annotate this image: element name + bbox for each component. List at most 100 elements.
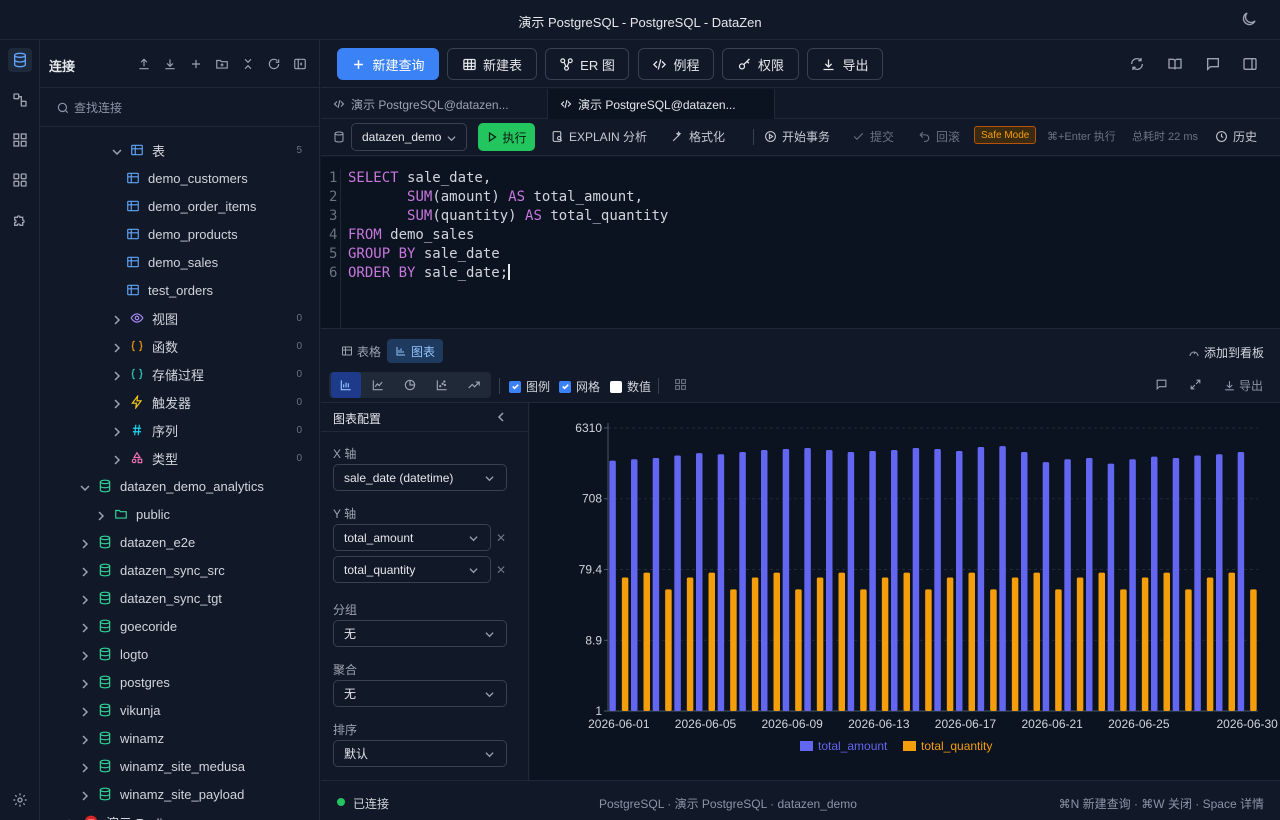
tab-query-2[interactable]: 演示 PostgreSQL@datazen... <box>547 89 775 119</box>
legend-checkbox[interactable]: 图例 <box>509 378 550 395</box>
chevron-right-icon[interactable] <box>80 789 90 801</box>
grid-icon[interactable] <box>8 128 32 152</box>
chart-export-button[interactable]: 导出 <box>1223 377 1263 394</box>
upload-icon[interactable] <box>136 56 152 72</box>
tree-item[interactable]: datazen_sync_src <box>40 556 319 584</box>
tree-item[interactable]: demo_sales <box>40 248 319 276</box>
sql-editor[interactable]: 1 2 3 4 5 6 SELECT sale_date, SUM(amount… <box>321 157 1280 329</box>
tree-item[interactable]: demo_order_items <box>40 192 319 220</box>
chevron-right-icon[interactable] <box>112 369 122 381</box>
comment-icon[interactable] <box>1155 378 1168 391</box>
permissions-button[interactable]: 权限 <box>722 48 799 80</box>
safe-mode-badge[interactable]: Safe Mode <box>974 126 1037 144</box>
chevron-right-icon[interactable] <box>112 313 122 325</box>
tree-item[interactable]: 存储过程 0 <box>40 360 319 388</box>
chevron-right-icon[interactable] <box>80 649 90 661</box>
settings-icon[interactable] <box>8 788 32 812</box>
schema-icon[interactable] <box>8 88 32 112</box>
new-query-button[interactable]: 新建查询 <box>337 48 439 80</box>
export-button[interactable]: 导出 <box>807 48 883 80</box>
database-select[interactable]: datazen_demo <box>351 123 467 151</box>
chevron-right-icon[interactable] <box>112 341 122 353</box>
add-to-board-button[interactable]: 添加到看板 <box>1188 344 1264 361</box>
tree-item[interactable]: logto <box>40 640 319 668</box>
tree-item[interactable]: 触发器 0 <box>40 388 319 416</box>
tree-item[interactable]: vikunja <box>40 696 319 724</box>
x-axis-select[interactable]: sale_date (datetime) <box>333 464 507 491</box>
tree-item[interactable]: winamz_site_payload <box>40 780 319 808</box>
chevron-right-icon[interactable] <box>80 677 90 689</box>
pie-chart-type-button[interactable] <box>395 372 425 398</box>
line-chart-type-button[interactable] <box>363 372 393 398</box>
panel-right-icon[interactable] <box>1242 56 1258 72</box>
chevron-down-icon[interactable] <box>112 145 122 156</box>
scatter-chart-type-button[interactable] <box>427 372 457 398</box>
dashboard-icon[interactable] <box>8 168 32 192</box>
panel-collapse-icon[interactable] <box>292 56 308 72</box>
tree-item[interactable]: demo_customers <box>40 164 319 192</box>
new-folder-icon[interactable] <box>214 56 230 72</box>
group-select[interactable]: 无 <box>333 620 507 647</box>
new-table-button[interactable]: 新建表 <box>447 48 537 80</box>
tree-item[interactable]: 序列 0 <box>40 416 319 444</box>
tree-item[interactable]: datazen_sync_tgt <box>40 584 319 612</box>
layout-grid-icon[interactable] <box>674 378 687 391</box>
remove-y-2-icon[interactable]: ✕ <box>496 563 506 577</box>
tab-query-1[interactable]: 演示 PostgreSQL@datazen... <box>321 89 547 119</box>
tree-item[interactable]: 表5 <box>40 136 319 164</box>
tab-table-view[interactable]: 表格 <box>333 339 389 363</box>
chevron-right-icon[interactable] <box>80 565 90 577</box>
chevron-left-icon[interactable] <box>496 412 506 422</box>
area-chart-type-button[interactable] <box>459 372 489 398</box>
remove-y-1-icon[interactable]: ✕ <box>496 531 506 545</box>
search-input[interactable] <box>74 97 304 119</box>
y-axis-select-1[interactable]: total_amount <box>333 524 491 551</box>
database-icon[interactable] <box>8 48 32 72</box>
tree-item[interactable]: datazen_demo_analytics <box>40 472 319 500</box>
tree-item[interactable]: 函数 0 <box>40 332 319 360</box>
tree-item[interactable]: 视图 0 <box>40 304 319 332</box>
history-button[interactable]: 历史 <box>1215 128 1257 145</box>
grid-checkbox[interactable]: 网格 <box>559 378 600 395</box>
tab-chart-view[interactable]: 图表 <box>387 339 444 363</box>
chat-icon[interactable] <box>1205 56 1221 72</box>
tree-item[interactable]: datazen_e2e <box>40 528 319 556</box>
puzzle-icon[interactable] <box>8 208 32 232</box>
chevron-right-icon[interactable] <box>80 537 90 549</box>
explain-button[interactable]: EXPLAIN 分析 <box>551 128 647 145</box>
aggregate-select[interactable]: 无 <box>333 680 507 707</box>
tree-item[interactable]: demo_products <box>40 220 319 248</box>
format-button[interactable]: 格式化 <box>671 128 725 145</box>
download-icon[interactable] <box>162 56 178 72</box>
tree-item[interactable]: goecoride <box>40 612 319 640</box>
chevron-right-icon[interactable] <box>112 453 122 465</box>
rollback-button[interactable]: 回滚 <box>918 128 960 145</box>
sort-select[interactable]: 默认 <box>333 740 507 767</box>
expand-icon[interactable] <box>1189 378 1202 391</box>
collapse-all-icon[interactable] <box>240 56 256 72</box>
tree-item[interactable]: winamz_site_medusa <box>40 752 319 780</box>
chevron-right-icon[interactable] <box>80 733 90 745</box>
chevron-right-icon[interactable] <box>80 705 90 717</box>
book-icon[interactable] <box>1167 56 1183 72</box>
er-diagram-button[interactable]: ER 图 <box>545 48 629 80</box>
tree-item[interactable]: 类型 0 <box>40 444 319 472</box>
begin-transaction-button[interactable]: 开始事务 <box>764 128 830 145</box>
chevron-right-icon[interactable] <box>112 397 122 409</box>
refresh-icon[interactable] <box>1129 56 1145 72</box>
tree-item[interactable]: public <box>40 500 319 528</box>
plus-icon[interactable] <box>188 56 204 72</box>
chevron-down-icon[interactable] <box>80 481 90 492</box>
tree-item[interactable]: winamz <box>40 724 319 752</box>
chevron-right-icon[interactable] <box>112 425 122 437</box>
tree-item[interactable]: 演示 Redis <box>40 808 319 820</box>
chevron-right-icon[interactable] <box>80 761 90 773</box>
chevron-right-icon[interactable] <box>96 509 106 521</box>
chevron-right-icon[interactable] <box>80 593 90 605</box>
values-checkbox[interactable]: 数值 <box>610 378 651 395</box>
moon-icon[interactable] <box>1240 10 1258 28</box>
tree-item[interactable]: postgres <box>40 668 319 696</box>
tree-item[interactable]: test_orders <box>40 276 319 304</box>
refresh-icon[interactable] <box>266 56 282 72</box>
routine-button[interactable]: 例程 <box>638 48 714 80</box>
